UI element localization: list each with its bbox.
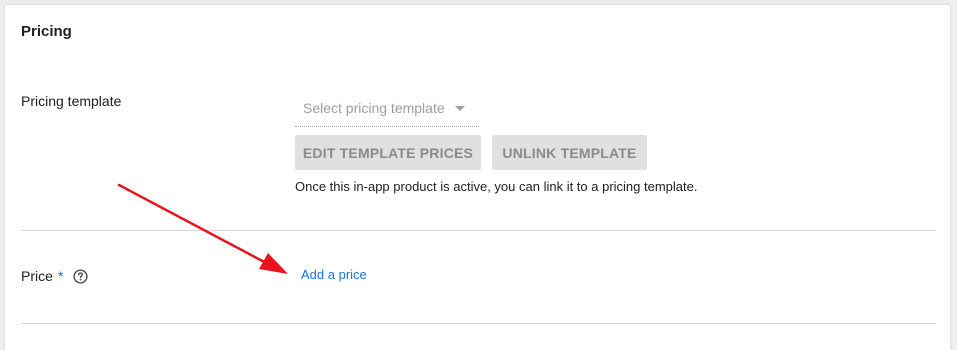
select-placeholder: Select pricing template [303, 100, 445, 116]
edit-template-prices-button[interactable]: EDIT TEMPLATE PRICES [295, 135, 481, 170]
price-label: Price [21, 268, 53, 284]
section-title: Pricing [21, 23, 72, 40]
unlink-template-button[interactable]: UNLINK TEMPLATE [492, 135, 647, 170]
pricing-card: Pricing Pricing template Select pricing … [5, 5, 950, 350]
divider [21, 323, 936, 324]
pricing-template-helper-text: Once this in-app product is active, you … [295, 179, 698, 194]
question-circle-icon[interactable] [73, 268, 88, 284]
pricing-template-select[interactable]: Select pricing template [295, 99, 479, 127]
chevron-down-icon [454, 106, 465, 111]
required-marker: * [57, 268, 64, 284]
price-label-row: Price * [21, 268, 88, 284]
pricing-template-label: Pricing template [21, 93, 122, 109]
add-price-link[interactable]: Add a price [301, 267, 367, 282]
divider [21, 230, 936, 231]
